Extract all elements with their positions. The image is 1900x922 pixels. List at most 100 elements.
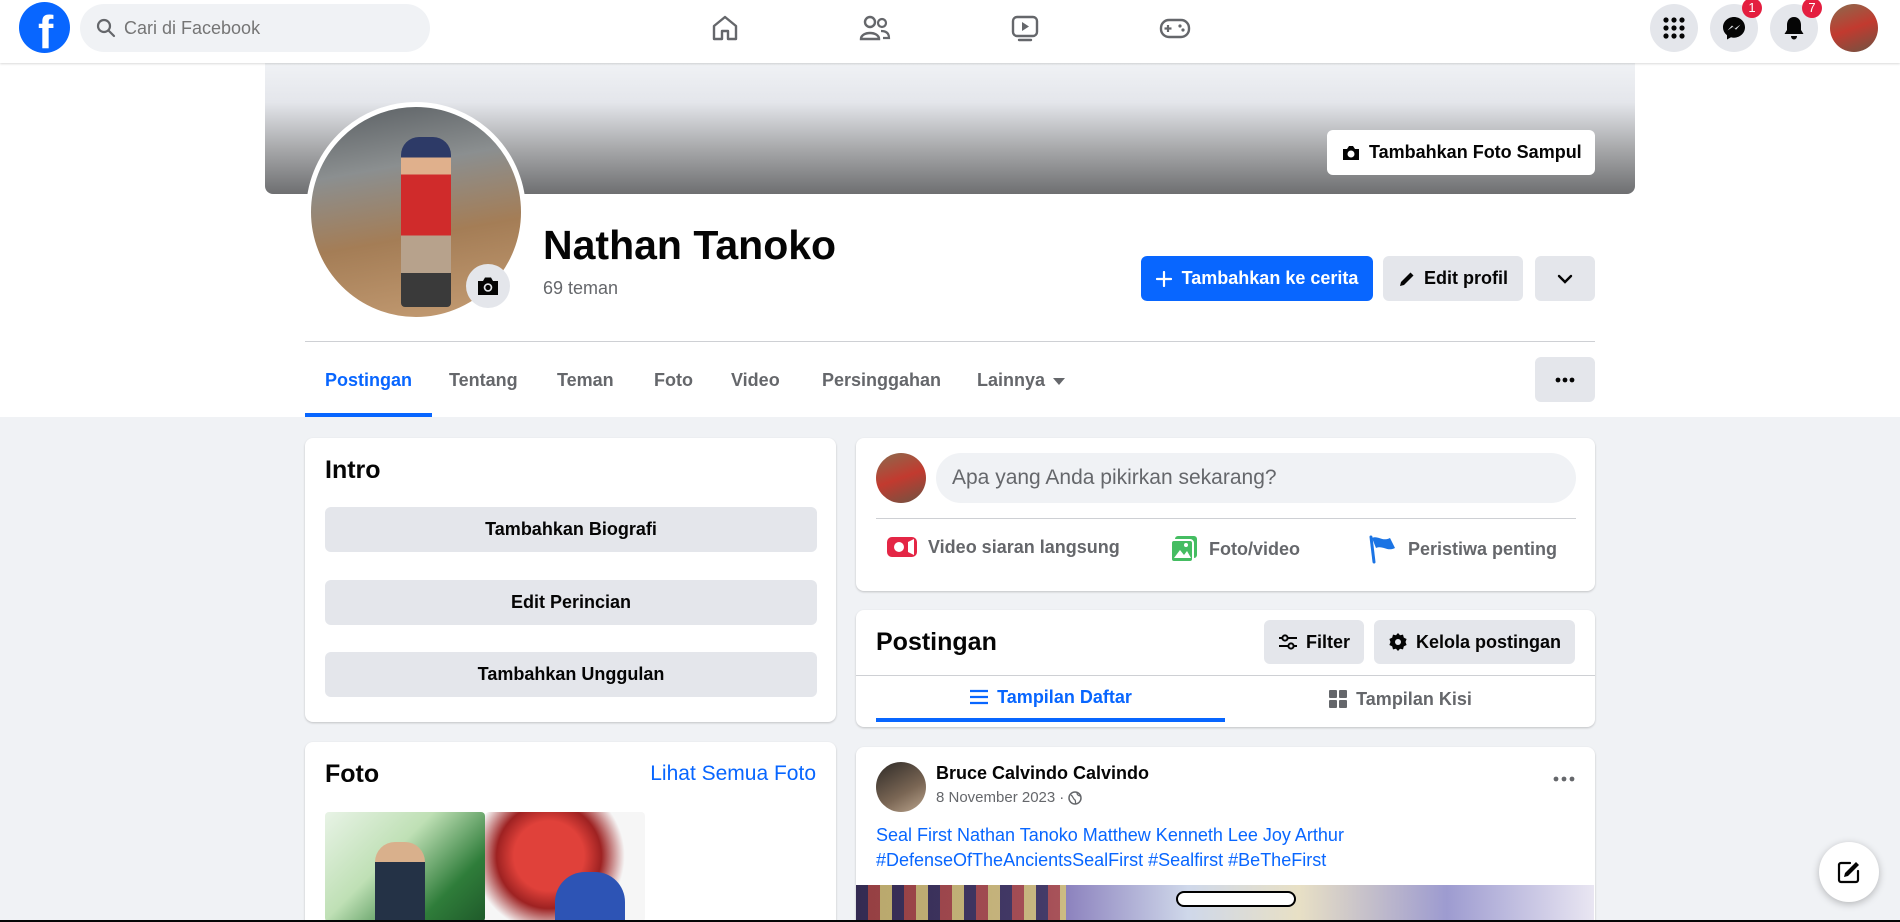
- see-all-photos-link[interactable]: Lihat Semua Foto: [650, 762, 816, 786]
- home-icon[interactable]: [700, 12, 750, 44]
- list-icon: [970, 689, 989, 705]
- live-video-label: Video siaran langsung: [928, 536, 1120, 557]
- friends-icon[interactable]: [850, 12, 900, 44]
- post-meta: 8 November 2023 ·: [936, 789, 1082, 806]
- profile-menu-button[interactable]: [1535, 357, 1595, 402]
- facebook-logo[interactable]: f: [19, 2, 70, 58]
- gear-icon: [1389, 633, 1407, 651]
- more-horizontal-icon: [1553, 776, 1575, 782]
- posts-header: Postingan Filter Kelola postingan Tampil…: [856, 610, 1595, 727]
- gaming-icon[interactable]: [1150, 12, 1200, 44]
- tab-posts[interactable]: Postingan: [305, 352, 433, 417]
- compose-icon: [1837, 861, 1860, 884]
- notifications-button[interactable]: 7: [1770, 0, 1822, 52]
- life-event-button[interactable]: Peristiwa penting: [1368, 534, 1557, 564]
- camera-icon: [478, 277, 498, 295]
- photo-thumbnail[interactable]: [325, 812, 485, 922]
- intro-card: Intro Tambahkan Biografi Edit Perincian …: [305, 438, 836, 722]
- grid-menu-icon: [1663, 17, 1685, 39]
- grid-view-label: Tampilan Kisi: [1356, 688, 1472, 709]
- live-video-button[interactable]: Video siaran langsung: [886, 534, 1120, 560]
- add-cover-photo-button[interactable]: Tambahkan Foto Sampul: [1327, 130, 1595, 175]
- tab-about[interactable]: Tentang: [429, 352, 538, 417]
- manage-posts-label: Kelola postingan: [1416, 631, 1562, 652]
- profile-name: Nathan Tanoko: [543, 222, 837, 268]
- post-options-button[interactable]: [1553, 769, 1575, 787]
- grid-icon: [1329, 690, 1348, 708]
- tab-friends[interactable]: Teman: [537, 352, 634, 417]
- grid-view-tab[interactable]: Tampilan Kisi: [1225, 676, 1575, 722]
- add-featured-button[interactable]: Tambahkan Unggulan: [325, 652, 817, 697]
- messenger-badge: 1: [1742, 0, 1762, 18]
- photos-card: Foto Lihat Semua Foto: [305, 742, 836, 922]
- post-author-avatar[interactable]: [876, 762, 926, 812]
- add-bio-button[interactable]: Tambahkan Biografi: [325, 507, 817, 552]
- photo-video-button[interactable]: Foto/video: [1169, 534, 1300, 564]
- tab-check-ins[interactable]: Persinggahan: [802, 352, 961, 417]
- photo-video-label: Foto/video: [1209, 538, 1300, 559]
- account-avatar[interactable]: [1830, 4, 1878, 52]
- post-author-name[interactable]: Bruce Calvindo Calvindo: [936, 763, 1149, 784]
- list-view-tab[interactable]: Tampilan Daftar: [876, 676, 1225, 722]
- photos-title: Foto: [325, 760, 380, 788]
- post-composer: Apa yang Anda pikirkan sekarang? Video s…: [856, 438, 1595, 591]
- search-box[interactable]: [80, 4, 430, 52]
- more-profile-options-button[interactable]: [1535, 256, 1595, 301]
- update-profile-picture-button[interactable]: [466, 264, 510, 308]
- photo-thumbnail-subject: [375, 842, 425, 922]
- game-hud-box: [1176, 891, 1296, 907]
- top-navigation-bar: f 1 7: [0, 0, 1900, 63]
- plus-icon: [1155, 270, 1172, 287]
- tab-more-label: Lainnya: [977, 370, 1046, 390]
- tab-more[interactable]: Lainnya: [957, 352, 1085, 417]
- post-hashtags-line[interactable]: #DefenseOfTheAncientsSealFirst #Sealfirs…: [876, 848, 1576, 873]
- post-card: Bruce Calvindo Calvindo 8 November 2023 …: [856, 747, 1595, 922]
- post-date[interactable]: 8 November 2023: [936, 789, 1055, 806]
- add-cover-photo-label: Tambahkan Foto Sampul: [1369, 142, 1582, 162]
- pencil-icon: [1400, 272, 1414, 286]
- composer-avatar[interactable]: [876, 453, 926, 503]
- messenger-button[interactable]: 1: [1710, 0, 1762, 52]
- tab-videos[interactable]: Video: [711, 352, 800, 417]
- life-event-label: Peristiwa penting: [1408, 538, 1558, 559]
- filter-label: Filter: [1306, 631, 1351, 652]
- edit-profile-button[interactable]: Edit profil: [1383, 256, 1523, 301]
- video-watch-icon[interactable]: [1000, 12, 1050, 44]
- caret-down-icon: [1053, 377, 1066, 385]
- meta-separator: ·: [1059, 789, 1065, 806]
- photo-thumbnail[interactable]: [485, 812, 645, 922]
- edit-profile-label: Edit profil: [1424, 268, 1508, 288]
- live-video-icon: [887, 537, 917, 557]
- filter-sliders-icon: [1279, 634, 1297, 650]
- photo-icon: [1170, 536, 1197, 563]
- notifications-badge: 7: [1802, 0, 1822, 18]
- add-to-story-button[interactable]: Tambahkan ke cerita: [1141, 256, 1373, 301]
- chevron-down-icon: [1557, 274, 1573, 284]
- add-to-story-label: Tambahkan ke cerita: [1181, 268, 1359, 288]
- post-text: Seal First Nathan Tanoko Matthew Kenneth…: [876, 823, 1576, 873]
- post-tags-line[interactable]: Seal First Nathan Tanoko Matthew Kenneth…: [876, 823, 1576, 848]
- more-horizontal-icon: [1555, 377, 1575, 382]
- bell-icon: [1784, 17, 1804, 40]
- friends-count[interactable]: 69 teman: [543, 278, 618, 299]
- menu-grid-button[interactable]: [1650, 4, 1698, 52]
- camera-icon: [1343, 145, 1359, 160]
- messenger-icon: [1723, 17, 1745, 40]
- list-view-label: Tampilan Daftar: [997, 686, 1132, 707]
- manage-posts-button[interactable]: Kelola postingan: [1374, 620, 1576, 664]
- profile-picture-subject: [401, 137, 451, 307]
- game-hud-bar: [856, 885, 1066, 922]
- tab-photos[interactable]: Foto: [634, 352, 713, 417]
- intro-title: Intro: [325, 456, 381, 484]
- post-image[interactable]: [856, 885, 1594, 922]
- search-icon: [96, 18, 116, 38]
- globe-icon: [1068, 790, 1082, 805]
- new-message-button[interactable]: [1819, 842, 1879, 902]
- search-input[interactable]: [124, 4, 414, 52]
- header-divider: [305, 341, 1595, 342]
- posts-title: Postingan: [876, 628, 997, 656]
- photo-thumbnail-subject: [555, 872, 625, 922]
- composer-input[interactable]: Apa yang Anda pikirkan sekarang?: [936, 453, 1576, 503]
- filter-button[interactable]: Filter: [1264, 620, 1365, 664]
- edit-details-button[interactable]: Edit Perincian: [325, 580, 817, 625]
